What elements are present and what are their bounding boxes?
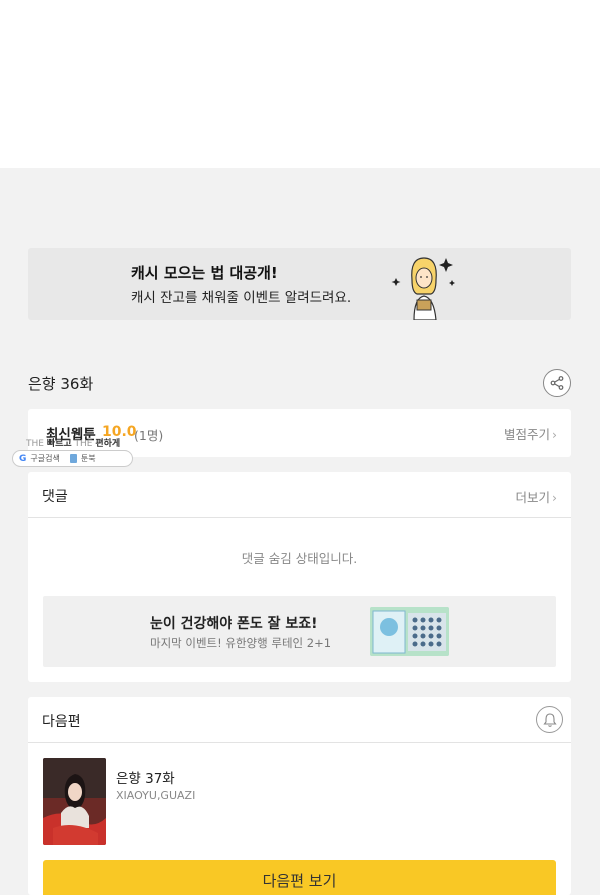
comments-more-label: 더보기 — [515, 490, 550, 505]
chevron-right-icon: › — [552, 490, 557, 505]
top-blank-area — [0, 0, 600, 168]
rate-button-label: 별점주기 — [503, 427, 550, 442]
banner-title: 캐시 모으는 법 대공개! — [131, 264, 278, 282]
next-episode-author: XIAOYU,GUAZI — [116, 789, 196, 802]
google-search-label: 구글검색 — [30, 454, 60, 463]
ad-banner[interactable]: 눈이 건강해야 폰도 잘 보죠! 마지막 이벤트! 유한양행 루테인 2+1 — [43, 596, 556, 667]
notification-bell-button[interactable] — [536, 706, 563, 733]
ad-title: 눈이 건강해야 폰도 잘 보죠! — [150, 616, 318, 632]
comments-hidden-message: 댓글 숨김 상태입니다. — [241, 551, 358, 566]
rate-button[interactable]: 별점주기 › — [504, 424, 557, 443]
view-next-episode-button[interactable]: 다음편 보기 — [43, 860, 556, 895]
google-icon: G — [19, 453, 27, 464]
search-overlay-badge[interactable]: THE 빠르고 THE 편하게 G 구글검색 툰북 — [12, 436, 134, 468]
share-icon — [550, 376, 564, 390]
next-episode-card: 다음편 은향 37화 XIAOYU,GUAZI 다음편 보기 — [28, 697, 571, 895]
divider — [28, 742, 571, 743]
overlay-tagline: THE 빠르고 THE 편하게 — [26, 439, 121, 449]
banner-subtitle: 캐시 잔고를 채워줄 이벤트 알려드려요. — [131, 290, 352, 306]
share-button[interactable] — [543, 369, 571, 397]
rating-count: (1명) — [134, 428, 164, 443]
overlay-pill[interactable]: G 구글검색 툰북 — [12, 450, 133, 467]
ad-product-image — [370, 607, 449, 656]
book-icon — [69, 454, 77, 463]
episode-title: 은향 36화 — [28, 375, 94, 393]
divider — [28, 517, 571, 518]
chevron-right-icon: › — [552, 427, 557, 442]
next-episode-title[interactable]: 은향 37화 — [116, 767, 175, 787]
next-episode-thumbnail[interactable] — [43, 758, 106, 845]
comments-more-button[interactable]: 더보기 › — [515, 487, 557, 506]
cash-event-banner[interactable]: 캐시 모으는 법 대공개! 캐시 잔고를 채워줄 이벤트 알려드려요. — [28, 248, 571, 320]
banner-illustration — [391, 257, 455, 320]
comments-card: 댓글 더보기 › 댓글 숨김 상태입니다. 눈이 건강해야 폰도 잘 보죠! 마지… — [28, 472, 571, 682]
bell-icon — [542, 712, 557, 727]
comments-heading: 댓글 — [42, 489, 68, 505]
ad-subtitle: 마지막 이벤트! 유한양행 루테인 2+1 — [150, 636, 332, 650]
next-episode-heading: 다음편 — [42, 714, 81, 730]
toonbook-label: 툰북 — [80, 454, 96, 463]
